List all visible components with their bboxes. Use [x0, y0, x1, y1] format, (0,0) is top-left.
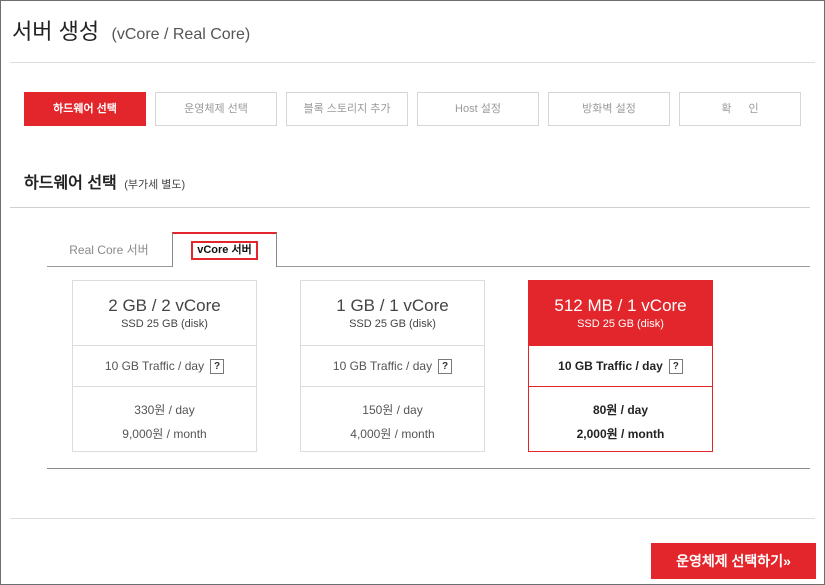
server-create-page: 서버 생성 (vCore / Real Core) 하드웨어 선택 운영체제 선… — [0, 0, 825, 585]
tab-vcore-server[interactable]: vCore 서버 — [172, 232, 277, 267]
plan-traffic: 10 GB Traffic / day — [332, 359, 433, 373]
plan-disk: SSD 25 GB (disk) — [577, 318, 664, 330]
step-os-select[interactable]: 운영체제 선택 — [155, 92, 277, 126]
tab-label: vCore 서버 — [191, 241, 258, 260]
plan-header: 512 MB / 1 vCore SSD 25 GB (disk) — [529, 281, 712, 345]
page-header: 서버 생성 (vCore / Real Core) — [12, 17, 250, 47]
plan-price-day: 330원 / day — [134, 403, 195, 417]
section-divider — [10, 207, 810, 208]
page-subtitle: (vCore / Real Core) — [111, 26, 251, 43]
plan-price-day: 150원 / day — [362, 403, 423, 417]
plan-spec: 1 GB / 1 vCore — [336, 296, 449, 315]
plan-card[interactable]: 512 MB / 1 vCore SSD 25 GB (disk) 10 GB … — [528, 280, 713, 452]
section-title: 하드웨어 선택 — [24, 175, 117, 192]
help-icon[interactable]: ? — [668, 358, 683, 374]
plan-spec: 2 GB / 2 vCore — [108, 296, 221, 315]
plan-traffic-row: 10 GB Traffic / day ? — [73, 345, 256, 386]
plan-price-month: 4,000원 / month — [350, 427, 435, 441]
plan-header: 1 GB / 1 vCore SSD 25 GB (disk) — [301, 281, 484, 345]
section-heading: 하드웨어 선택 (부가세 별도) — [24, 172, 185, 196]
page-title: 서버 생성 — [12, 19, 100, 44]
header-divider — [10, 62, 815, 63]
step-navigation: 하드웨어 선택 운영체제 선택 블록 스토리지 추가 Host 설정 방화벽 설… — [24, 92, 801, 126]
plan-card[interactable]: 2 GB / 2 vCore SSD 25 GB (disk) 10 GB Tr… — [72, 280, 257, 452]
plan-traffic-row: 10 GB Traffic / day ? — [301, 345, 484, 386]
step-hardware-select[interactable]: 하드웨어 선택 — [24, 92, 146, 126]
plan-traffic: 10 GB Traffic / day — [558, 359, 663, 373]
tab-real-core-server[interactable]: Real Core 서버 — [47, 232, 171, 267]
tab-bar-baseline — [47, 266, 810, 267]
step-block-storage[interactable]: 블록 스토리지 추가 — [286, 92, 408, 126]
plan-pricing: 150원 / day 4,000원 / month — [301, 386, 484, 451]
step-host-settings[interactable]: Host 설정 — [417, 92, 539, 126]
plan-traffic: 10 GB Traffic / day — [104, 359, 205, 373]
plan-disk: SSD 25 GB (disk) — [121, 318, 208, 330]
plan-price-month: 2,000원 / month — [576, 427, 665, 441]
plan-price-day: 80원 / day — [592, 403, 649, 417]
help-icon[interactable]: ? — [210, 358, 225, 374]
help-icon[interactable]: ? — [438, 358, 453, 374]
plan-pricing: 330원 / day 9,000원 / month — [73, 386, 256, 451]
next-os-select-button[interactable]: 운영체제 선택하기» — [651, 543, 816, 579]
plan-header: 2 GB / 2 vCore SSD 25 GB (disk) — [73, 281, 256, 345]
step-confirm[interactable]: 확 인 — [679, 92, 801, 126]
plan-spec: 512 MB / 1 vCore — [554, 296, 687, 315]
step-firewall-settings[interactable]: 방화벽 설정 — [548, 92, 670, 126]
tab-label: Real Core 서버 — [69, 243, 149, 257]
plan-price-month: 9,000원 / month — [122, 427, 207, 441]
plan-traffic-row: 10 GB Traffic / day ? — [529, 345, 712, 386]
vat-note: (부가세 별도) — [124, 179, 186, 191]
plans-divider — [47, 468, 810, 469]
plan-pricing: 80원 / day 2,000원 / month — [529, 386, 712, 451]
plan-disk: SSD 25 GB (disk) — [349, 318, 436, 330]
footer-divider — [10, 518, 815, 519]
plan-card[interactable]: 1 GB / 1 vCore SSD 25 GB (disk) 10 GB Tr… — [300, 280, 485, 452]
